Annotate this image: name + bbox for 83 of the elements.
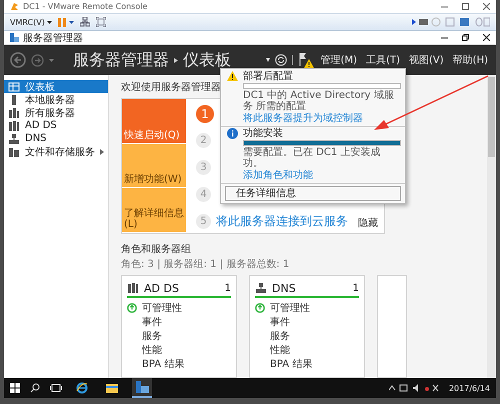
caret-icon [46, 20, 52, 24]
dashboard-icon [8, 80, 20, 92]
notification-link[interactable]: 添加角色和功能 [243, 170, 399, 181]
menu-item[interactable]: 帮助(H) [450, 53, 490, 67]
refresh-icon[interactable] [274, 54, 287, 66]
task-view-icon[interactable] [50, 384, 62, 392]
role-row-label[interactable]: 服务 [270, 329, 290, 343]
notification-title: 功能安装 [243, 128, 284, 139]
breadcrumb-item: 服务器管理器 [73, 50, 169, 70]
network-icon [8, 132, 20, 144]
role-card[interactable]: DNS 1 可管理性 事件 服务 性能 BPA 结果 [249, 275, 365, 378]
fullscreen-icon[interactable] [96, 17, 106, 27]
caret-icon[interactable] [266, 58, 270, 62]
welcome-tab[interactable]: 新增功能(W) [122, 144, 186, 188]
sidebar-item[interactable]: 仪表板 [4, 80, 108, 93]
flag-warning-icon[interactable] [298, 52, 314, 68]
server-group-icon [8, 120, 20, 132]
taskbar-date: 2017/6/14 [448, 384, 490, 392]
restore-icon[interactable] [462, 34, 469, 41]
back-icon[interactable] [10, 52, 26, 68]
warning-icon [227, 71, 238, 81]
menu-item[interactable]: 管理(M) [318, 53, 360, 67]
server-manager-icon[interactable] [132, 378, 152, 398]
info-icon [227, 128, 238, 139]
role-row-label[interactable]: BPA 结果 [270, 357, 312, 371]
role-count: 1 [352, 282, 359, 294]
step-number: 2 [196, 133, 211, 148]
notification-text: 需要配置。已在 DC1 上安装成功。 [243, 147, 382, 169]
role-count: 1 [224, 282, 231, 294]
notification-title: 部署后配置 [243, 71, 294, 82]
menu-item[interactable]: 视图(V) [407, 53, 446, 67]
device-toolbar-drawing[interactable] [412, 17, 490, 27]
breadcrumb-separator-icon [174, 58, 178, 62]
role-card[interactable]: AD DS 1 可管理性 事件 服务 性能 BPA 结果 [121, 275, 237, 378]
role-name: AD DS [144, 282, 179, 294]
menu-item[interactable]: 工具(T) [364, 53, 402, 67]
vmrc-menu[interactable]: VMRC(V) [10, 18, 52, 26]
role-row-label[interactable]: 可管理性 [270, 301, 310, 315]
step-number: 5 [196, 214, 211, 229]
scrollbar-thumb[interactable] [488, 77, 495, 157]
roles-summary: 角色: 3 | 服务器组: 1 | 服务器总数: 1 [121, 258, 290, 271]
role-row-label[interactable]: 性能 [270, 343, 290, 357]
sidebar-item[interactable]: AD DS [4, 119, 108, 132]
window-title: DC1 - VMware Remote Console [23, 2, 148, 11]
section-title: 角色和服务器组 [121, 242, 192, 256]
notification-text: DC1 中的 Active Directory 域服务 所需的配置 [243, 90, 395, 112]
maximize-icon[interactable] [462, 3, 469, 10]
breadcrumb-item: 仪表板 [183, 50, 231, 70]
sidebar-item[interactable]: DNS [4, 132, 108, 145]
forward-icon[interactable] [31, 54, 44, 66]
notification-link[interactable]: 将此服务器提升为域控制器 [243, 113, 399, 124]
server-icon [255, 282, 267, 294]
hide-link[interactable]: 隐藏 [358, 216, 378, 230]
vmware-logo-icon [10, 2, 19, 11]
close-icon[interactable] [483, 34, 490, 41]
sidebar-item[interactable]: 所有服务器 [4, 106, 108, 119]
role-name: DNS [272, 282, 296, 294]
role-row-label[interactable]: 可管理性 [142, 301, 182, 315]
storage-icon [8, 146, 20, 158]
role-row-label[interactable]: 性能 [142, 343, 162, 357]
expand-arrow-icon[interactable] [100, 148, 104, 154]
servers-icon [8, 106, 20, 118]
task-details-button[interactable]: 任务详细信息 [225, 186, 401, 201]
sidebar-item[interactable]: 本地服务器 [4, 93, 108, 106]
role-row-label[interactable]: 服务 [142, 329, 162, 343]
step-link[interactable]: 将此服务器连接到云服务 [216, 213, 348, 230]
network-icon[interactable] [80, 17, 90, 27]
start-icon[interactable] [10, 383, 20, 393]
step-number: 4 [196, 187, 211, 202]
step-number: 1 [196, 104, 214, 122]
role-row-label[interactable]: 事件 [270, 315, 290, 329]
section-title: 欢迎使用服务器管理器 [121, 80, 221, 94]
server-manager-icon [10, 33, 19, 42]
welcome-tab[interactable]: 了解详细信息(L) [122, 188, 186, 234]
step-number: 3 [196, 160, 211, 175]
role-row-label[interactable]: BPA 结果 [142, 357, 184, 371]
sidebar-item[interactable]: 文件和存储服务 [4, 145, 108, 158]
search-icon[interactable] [30, 383, 40, 393]
pause-icon[interactable] [58, 18, 74, 26]
server-icon [127, 282, 139, 294]
system-tray-drawing[interactable] [388, 384, 439, 392]
window-title: 服务器管理器 [23, 32, 83, 44]
role-row-label[interactable]: 事件 [142, 315, 162, 329]
